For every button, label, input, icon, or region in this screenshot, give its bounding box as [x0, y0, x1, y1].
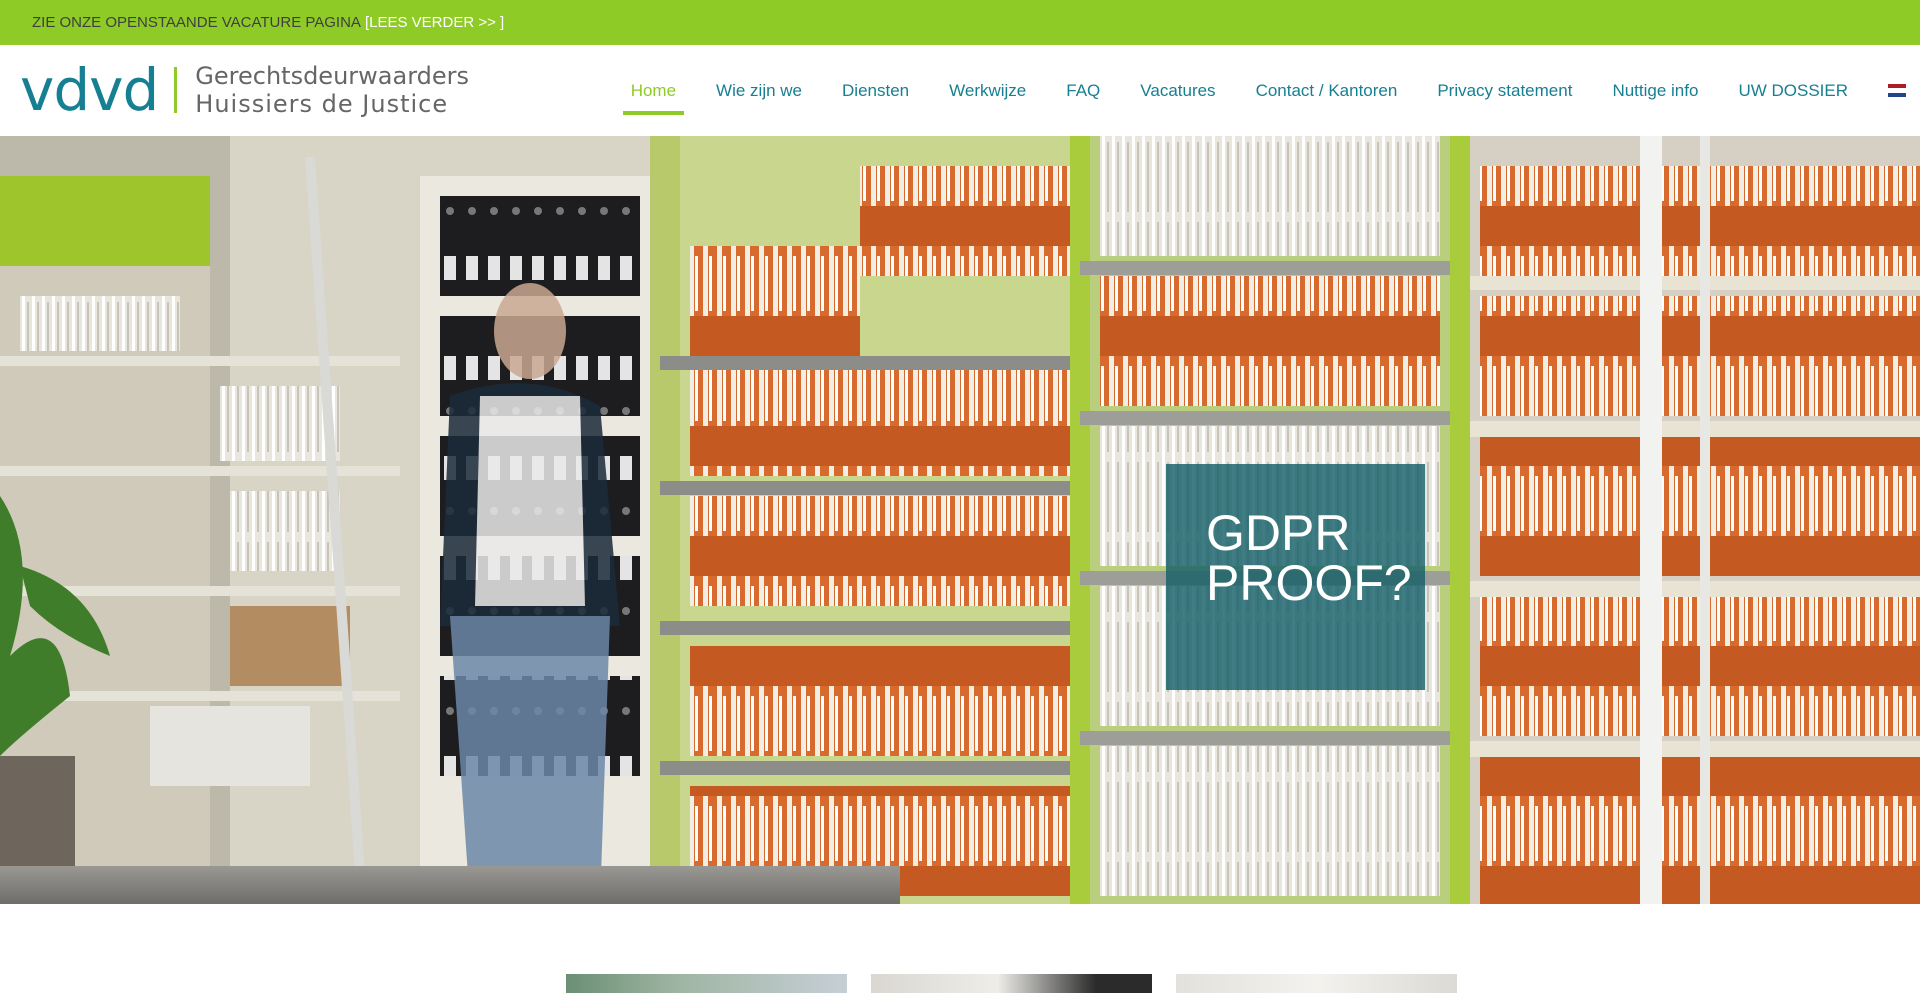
logo-divider — [174, 67, 178, 113]
logo-mark: vdvd — [20, 56, 159, 124]
nav-diensten[interactable]: Diensten — [822, 45, 929, 136]
service-thumbnail-image[interactable] — [871, 974, 1152, 993]
hero-title-line-2: PROOF? — [1206, 555, 1412, 611]
read-more-link[interactable]: [LEES VERDER >> ] — [365, 14, 504, 31]
announcement-bar: ZIE ONZE OPENSTAANDE VACATURE PAGINA [LE… — [0, 0, 1920, 45]
service-thumbnail-image[interactable] — [566, 974, 847, 993]
hero-title-line-1: GDPR — [1206, 505, 1351, 561]
announcement-text: ZIE ONZE OPENSTAANDE VACATURE PAGINA — [32, 14, 361, 31]
nav-faq[interactable]: FAQ — [1046, 45, 1120, 136]
site-logo[interactable]: vdvd Gerechtsdeurwaarders Huissiers de J… — [20, 56, 469, 124]
main-nav: Home Wie zijn we Diensten Werkwijze FAQ … — [611, 45, 1920, 136]
archive-shelves-image — [0, 136, 1920, 904]
hero-banner: GDPR PROOF? — [0, 136, 1920, 904]
nav-wie-zijn-we[interactable]: Wie zijn we — [696, 45, 822, 136]
logo-text: Gerechtsdeurwaarders Huissiers de Justic… — [195, 62, 469, 118]
logo-line-2: Huissiers de Justice — [195, 90, 449, 118]
service-thumbnail-image[interactable] — [1176, 974, 1457, 993]
nav-privacy-statement[interactable]: Privacy statement — [1417, 45, 1592, 136]
nav-contact-kantoren[interactable]: Contact / Kantoren — [1236, 45, 1418, 136]
hero-callout-box: GDPR PROOF? — [1166, 464, 1425, 690]
nav-werkwijze[interactable]: Werkwijze — [929, 45, 1046, 136]
netherlands-flag-icon[interactable] — [1888, 84, 1906, 97]
nav-uw-dossier[interactable]: UW DOSSIER — [1718, 45, 1868, 136]
service-thumbnails — [566, 974, 1457, 993]
logo-line-1: Gerechtsdeurwaarders — [195, 62, 470, 90]
site-header: vdvd Gerechtsdeurwaarders Huissiers de J… — [0, 45, 1920, 136]
nav-vacatures[interactable]: Vacatures — [1120, 45, 1235, 136]
nav-home[interactable]: Home — [611, 45, 696, 136]
nav-nuttige-info[interactable]: Nuttige info — [1592, 45, 1718, 136]
hero-title: GDPR PROOF? — [1206, 508, 1425, 608]
